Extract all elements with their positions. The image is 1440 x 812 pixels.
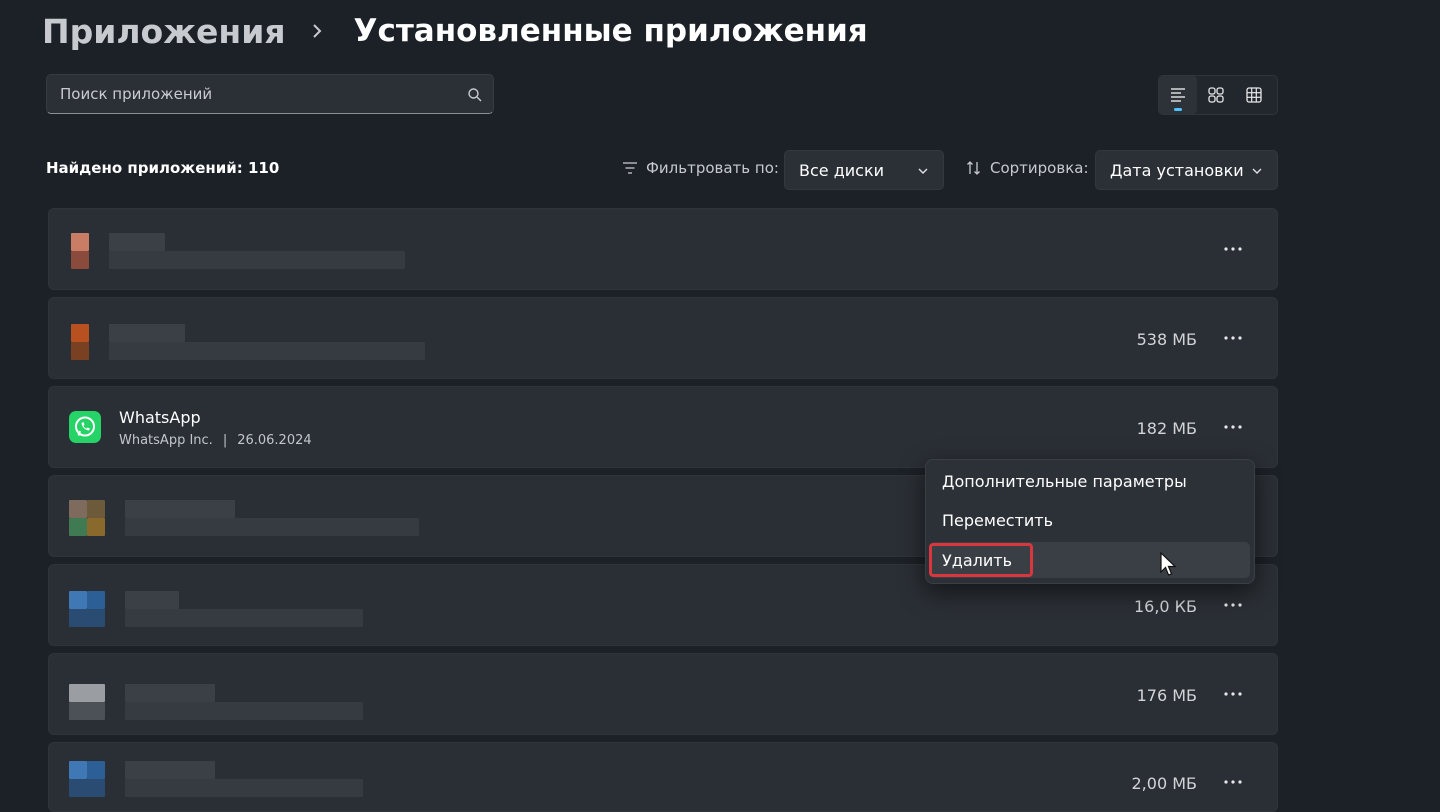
list-view-icon <box>1171 88 1185 102</box>
more-icon <box>1224 603 1242 607</box>
pixelated-app-meta <box>109 342 425 360</box>
tiles-view-icon <box>1208 87 1224 103</box>
grid-view-button[interactable] <box>1235 76 1273 114</box>
pixelated-app-name <box>125 684 215 702</box>
app-size: 182 МБ <box>1136 419 1197 438</box>
menu-item-advanced-options[interactable]: Дополнительные параметры <box>930 463 1250 499</box>
apps-found-count: Найдено приложений: 110 <box>46 159 280 177</box>
pixelated-app-icon <box>87 500 105 518</box>
app-row[interactable] <box>48 208 1278 290</box>
more-options-button[interactable] <box>1221 239 1245 259</box>
pixelated-app-icon <box>87 518 105 536</box>
more-icon <box>1224 692 1242 696</box>
list-view-button[interactable] <box>1159 76 1197 114</box>
filter-dropdown[interactable]: Все диски <box>784 150 944 190</box>
search-input[interactable] <box>47 75 457 113</box>
search-box <box>46 74 494 114</box>
page-title: Установленные приложения <box>353 13 868 49</box>
sort-label-text: Сортировка: <box>990 159 1089 177</box>
uninstall-highlight-frame <box>929 543 1033 577</box>
pixelated-app-name <box>109 233 165 251</box>
grid-view-icon <box>1246 87 1262 103</box>
pixelated-app-meta <box>125 779 363 797</box>
app-install-date: 26.06.2024 <box>237 433 312 448</box>
more-options-button[interactable] <box>1221 328 1245 348</box>
mouse-cursor-icon <box>1160 552 1177 576</box>
more-icon <box>1224 336 1242 340</box>
more-icon <box>1224 780 1242 784</box>
pixelated-app-icon <box>71 251 89 269</box>
more-options-button[interactable] <box>1221 684 1245 704</box>
pixelated-app-meta <box>125 609 363 627</box>
app-row-whatsapp[interactable]: WhatsApp WhatsApp Inc. | 26.06.2024 182 … <box>48 386 1278 468</box>
app-size: 538 МБ <box>1136 330 1197 349</box>
breadcrumb-parent[interactable]: Приложения <box>42 12 286 51</box>
tiles-view-button[interactable] <box>1197 76 1235 114</box>
menu-item-move[interactable]: Переместить <box>930 502 1250 538</box>
pixelated-app-name <box>125 591 179 609</box>
pixelated-app-icon <box>69 684 105 702</box>
pixelated-app-icon <box>71 233 89 251</box>
filter-label: Фильтровать по: <box>622 159 779 177</box>
sort-icon <box>967 161 980 175</box>
pixelated-app-name <box>125 500 235 518</box>
pixelated-app-icon <box>87 591 105 609</box>
pixelated-app-icon <box>69 761 87 779</box>
app-size: 176 МБ <box>1136 686 1197 705</box>
pixelated-app-meta <box>125 518 419 536</box>
app-row[interactable]: 2,00 МБ <box>48 742 1278 812</box>
app-size: 16,0 КБ <box>1133 597 1197 616</box>
app-publisher: WhatsApp Inc. <box>119 433 213 448</box>
app-name: WhatsApp <box>119 408 201 427</box>
pixelated-app-icon <box>69 591 87 609</box>
chevron-down-icon <box>1252 168 1262 174</box>
pixelated-app-name <box>109 324 185 342</box>
pixelated-app-icon <box>69 518 87 536</box>
app-row[interactable]: 538 МБ <box>48 297 1278 379</box>
whatsapp-icon <box>69 411 101 443</box>
pixelated-app-icon <box>71 324 89 342</box>
more-icon <box>1224 425 1242 429</box>
sort-label: Сортировка: <box>966 159 1089 177</box>
search-icon[interactable] <box>467 87 483 103</box>
more-options-button[interactable] <box>1221 595 1245 615</box>
pixelated-app-icon <box>71 342 89 360</box>
chevron-right-icon <box>312 24 321 38</box>
more-icon <box>1224 247 1242 251</box>
filter-label-text: Фильтровать по: <box>646 159 779 177</box>
pixelated-app-icon <box>69 779 105 797</box>
app-meta: WhatsApp Inc. | 26.06.2024 <box>119 433 312 448</box>
more-options-button[interactable] <box>1221 417 1245 437</box>
filter-icon <box>623 162 637 174</box>
more-options-button[interactable] <box>1221 772 1245 792</box>
sort-dropdown[interactable]: Дата установки <box>1095 150 1278 190</box>
breadcrumb: Приложения Установленные приложения <box>42 8 868 54</box>
pixelated-app-meta <box>125 702 363 720</box>
sort-dropdown-value: Дата установки <box>1110 160 1244 180</box>
pixelated-app-icon <box>69 500 87 518</box>
filter-dropdown-value: Все диски <box>799 160 885 180</box>
meta-separator: | <box>222 433 228 448</box>
pixelated-app-name <box>125 761 215 779</box>
chevron-down-icon <box>918 168 928 174</box>
pixelated-app-icon <box>69 702 105 720</box>
pixelated-app-icon <box>87 761 105 779</box>
pixelated-app-meta <box>109 251 405 269</box>
view-mode-toggle <box>1158 75 1278 115</box>
app-size: 2,00 МБ <box>1131 774 1198 793</box>
app-row[interactable]: 176 МБ <box>48 653 1278 735</box>
pixelated-app-icon <box>69 609 105 627</box>
